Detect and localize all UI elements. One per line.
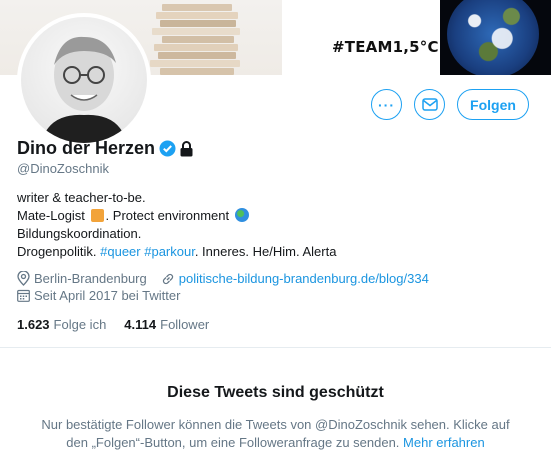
verified-badge-icon bbox=[159, 140, 176, 157]
person-portrait-icon bbox=[41, 36, 127, 143]
avatar[interactable] bbox=[17, 13, 151, 147]
avatar-photo bbox=[21, 17, 147, 143]
lock-icon bbox=[180, 140, 193, 156]
following-count-link[interactable]: 1.623 Folge ich bbox=[17, 317, 106, 332]
location-text: Berlin-Brandenburg bbox=[34, 271, 147, 286]
followers-label: Follower bbox=[160, 317, 210, 332]
bio-line: writer & teacher-to-be. bbox=[17, 190, 146, 205]
hashtag-link-parkour[interactable]: #parkour bbox=[144, 244, 195, 259]
protected-title: Diese Tweets sind geschützt bbox=[167, 384, 384, 401]
protected-text-line: den „Folgen“-Button, um eine Followeranf… bbox=[17, 434, 534, 452]
banner-hashtag-text: #TEAM1,5°C bbox=[332, 38, 439, 56]
calendar-icon bbox=[17, 289, 30, 302]
profile-bio: writer & teacher-to-be. Mate-Logist . Pr… bbox=[17, 189, 336, 261]
bio-text: Drogenpolitik. bbox=[17, 244, 97, 259]
protected-text-line: Nur bestätigte Follower können die Tweet… bbox=[41, 417, 510, 432]
bio-line: Mate-Logist . Protect environment bbox=[17, 207, 336, 225]
website: politische-bildung-brandenburg.de/blog/3… bbox=[161, 271, 429, 286]
website-link[interactable]: politische-bildung-brandenburg.de/blog/3… bbox=[179, 271, 429, 286]
following-label: Folge ich bbox=[53, 317, 107, 332]
followers-count: 4.114 bbox=[124, 317, 157, 332]
more-options-label: ··· bbox=[378, 96, 395, 113]
follow-button[interactable]: Folgen bbox=[457, 89, 529, 120]
message-button[interactable] bbox=[414, 89, 445, 120]
hashtag-link-queer[interactable]: #queer bbox=[100, 244, 140, 259]
following-count: 1.623 bbox=[17, 317, 50, 332]
location: Berlin-Brandenburg bbox=[17, 271, 147, 286]
book-stack-image bbox=[150, 0, 248, 75]
learn-more-link[interactable]: Mehr erfahren bbox=[403, 435, 485, 450]
mate-glass-icon bbox=[90, 209, 104, 222]
profile-meta: Berlin-Brandenburg politische-bildung-br… bbox=[17, 271, 429, 286]
name-row: Dino der Herzen bbox=[17, 138, 193, 159]
followers-count-link[interactable]: 4.114 Follower bbox=[124, 317, 209, 332]
envelope-icon bbox=[421, 98, 438, 111]
display-name[interactable]: Dino der Herzen bbox=[17, 138, 155, 159]
bio-line: Drogenpolitik. #queer #parkour. Inneres.… bbox=[17, 243, 336, 261]
location-pin-icon bbox=[17, 271, 30, 286]
more-options-button[interactable]: ··· bbox=[371, 89, 402, 120]
earth-image bbox=[447, 0, 539, 75]
join-date-text: Seit April 2017 bei Twitter bbox=[34, 288, 181, 303]
join-date: Seit April 2017 bei Twitter bbox=[17, 288, 180, 303]
link-icon bbox=[162, 273, 173, 284]
bio-line: Bildungskoordination. bbox=[17, 226, 142, 241]
bio-text: Mate-Logist bbox=[17, 208, 85, 223]
bio-text: . Inneres. He/Him. Alerta bbox=[194, 244, 337, 259]
divider bbox=[0, 347, 551, 348]
user-handle: @DinoZoschnik bbox=[17, 161, 109, 176]
protected-text: den „Folgen“-Button, um eine Followeranf… bbox=[66, 435, 400, 450]
globe-icon bbox=[234, 208, 249, 222]
follow-counts: 1.623 Folge ich 4.114 Follower bbox=[17, 317, 227, 332]
bio-text: . Protect environment bbox=[105, 208, 230, 223]
protected-description: Nur bestätigte Follower können die Tweet… bbox=[17, 416, 534, 452]
